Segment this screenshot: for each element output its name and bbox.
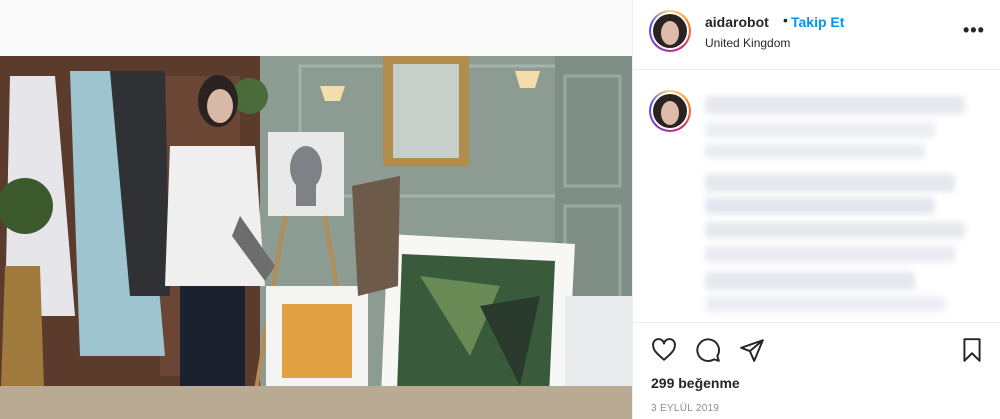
- share-icon[interactable]: [739, 337, 765, 363]
- follow-button[interactable]: Takip Et: [791, 14, 844, 30]
- post-photo[interactable]: [0, 56, 632, 419]
- bookmark-icon[interactable]: [959, 337, 985, 363]
- location-link[interactable]: United Kingdom: [705, 36, 790, 50]
- username-link[interactable]: aidarobot: [705, 14, 769, 30]
- post-date[interactable]: 3 EYLÜL 2019: [651, 403, 719, 414]
- caption-avatar[interactable]: [649, 90, 691, 132]
- post-photo-panel: [0, 0, 632, 419]
- avatar[interactable]: [649, 10, 691, 52]
- profile-picture: [653, 14, 687, 48]
- post-sidebar: aidarobot • Takip Et United Kingdom •••: [632, 0, 1000, 419]
- post-header: aidarobot • Takip Et United Kingdom •••: [633, 0, 1000, 70]
- more-options-icon[interactable]: •••: [963, 20, 985, 41]
- post-actions: 299 beğenme 3 EYLÜL 2019: [633, 322, 1000, 419]
- like-count[interactable]: 299 beğenme: [651, 375, 740, 391]
- post-photo-illustration: [0, 56, 632, 419]
- comment-icon[interactable]: [695, 337, 721, 363]
- profile-picture: [653, 94, 687, 128]
- heart-icon[interactable]: [651, 337, 677, 363]
- separator-dot: •: [783, 12, 788, 28]
